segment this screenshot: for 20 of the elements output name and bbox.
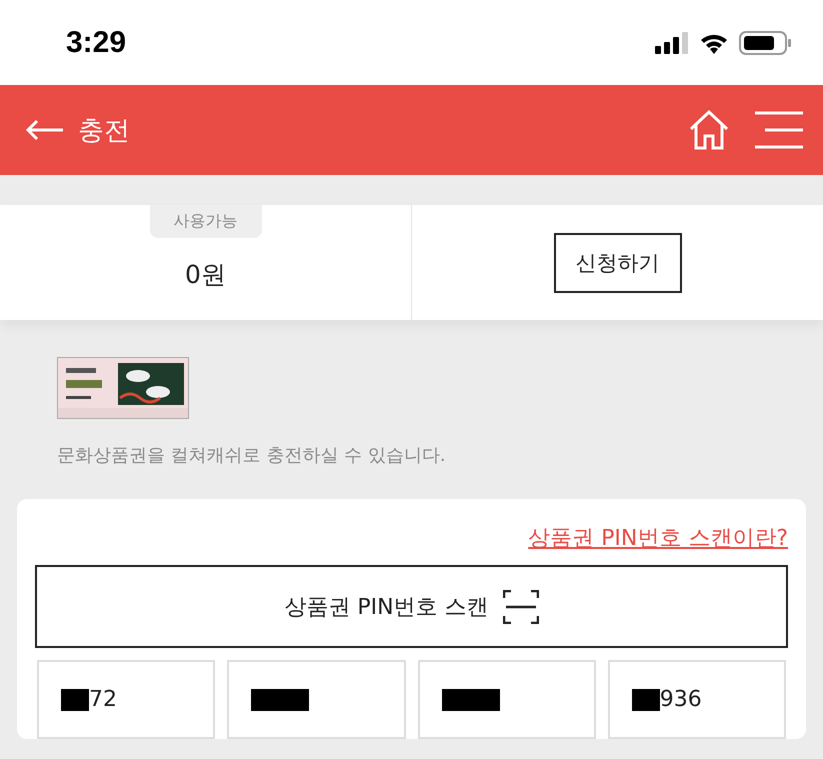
pin-field[interactable] (418, 660, 596, 739)
back-arrow-icon[interactable] (26, 119, 64, 141)
pin-field[interactable] (227, 660, 406, 739)
pin-field[interactable]: 936 (608, 660, 786, 739)
pin-value: 936 (660, 687, 702, 712)
signal-icon (655, 32, 689, 54)
help-link[interactable]: 상품권 PIN번호 스캔이란? (528, 523, 788, 553)
scan-button[interactable]: 상품권 PIN번호 스캔 (35, 565, 788, 648)
page-title: 충전 (78, 114, 131, 148)
balance-amount: 0원 (185, 259, 226, 291)
scan-icon (502, 590, 539, 624)
menu-icon[interactable] (755, 111, 803, 149)
status-badge: 사용가능 (150, 205, 262, 238)
battery-icon (739, 30, 791, 54)
pin-value: 72 (89, 687, 117, 712)
apply-button[interactable]: 신청하기 (554, 232, 682, 292)
description-text: 문화상품권을 컬쳐캐쉬로 충전하실 수 있습니다. (57, 444, 447, 467)
pin-field[interactable]: 72 (37, 660, 216, 739)
home-icon[interactable] (689, 110, 729, 150)
status-time: 3:29 (66, 26, 126, 60)
